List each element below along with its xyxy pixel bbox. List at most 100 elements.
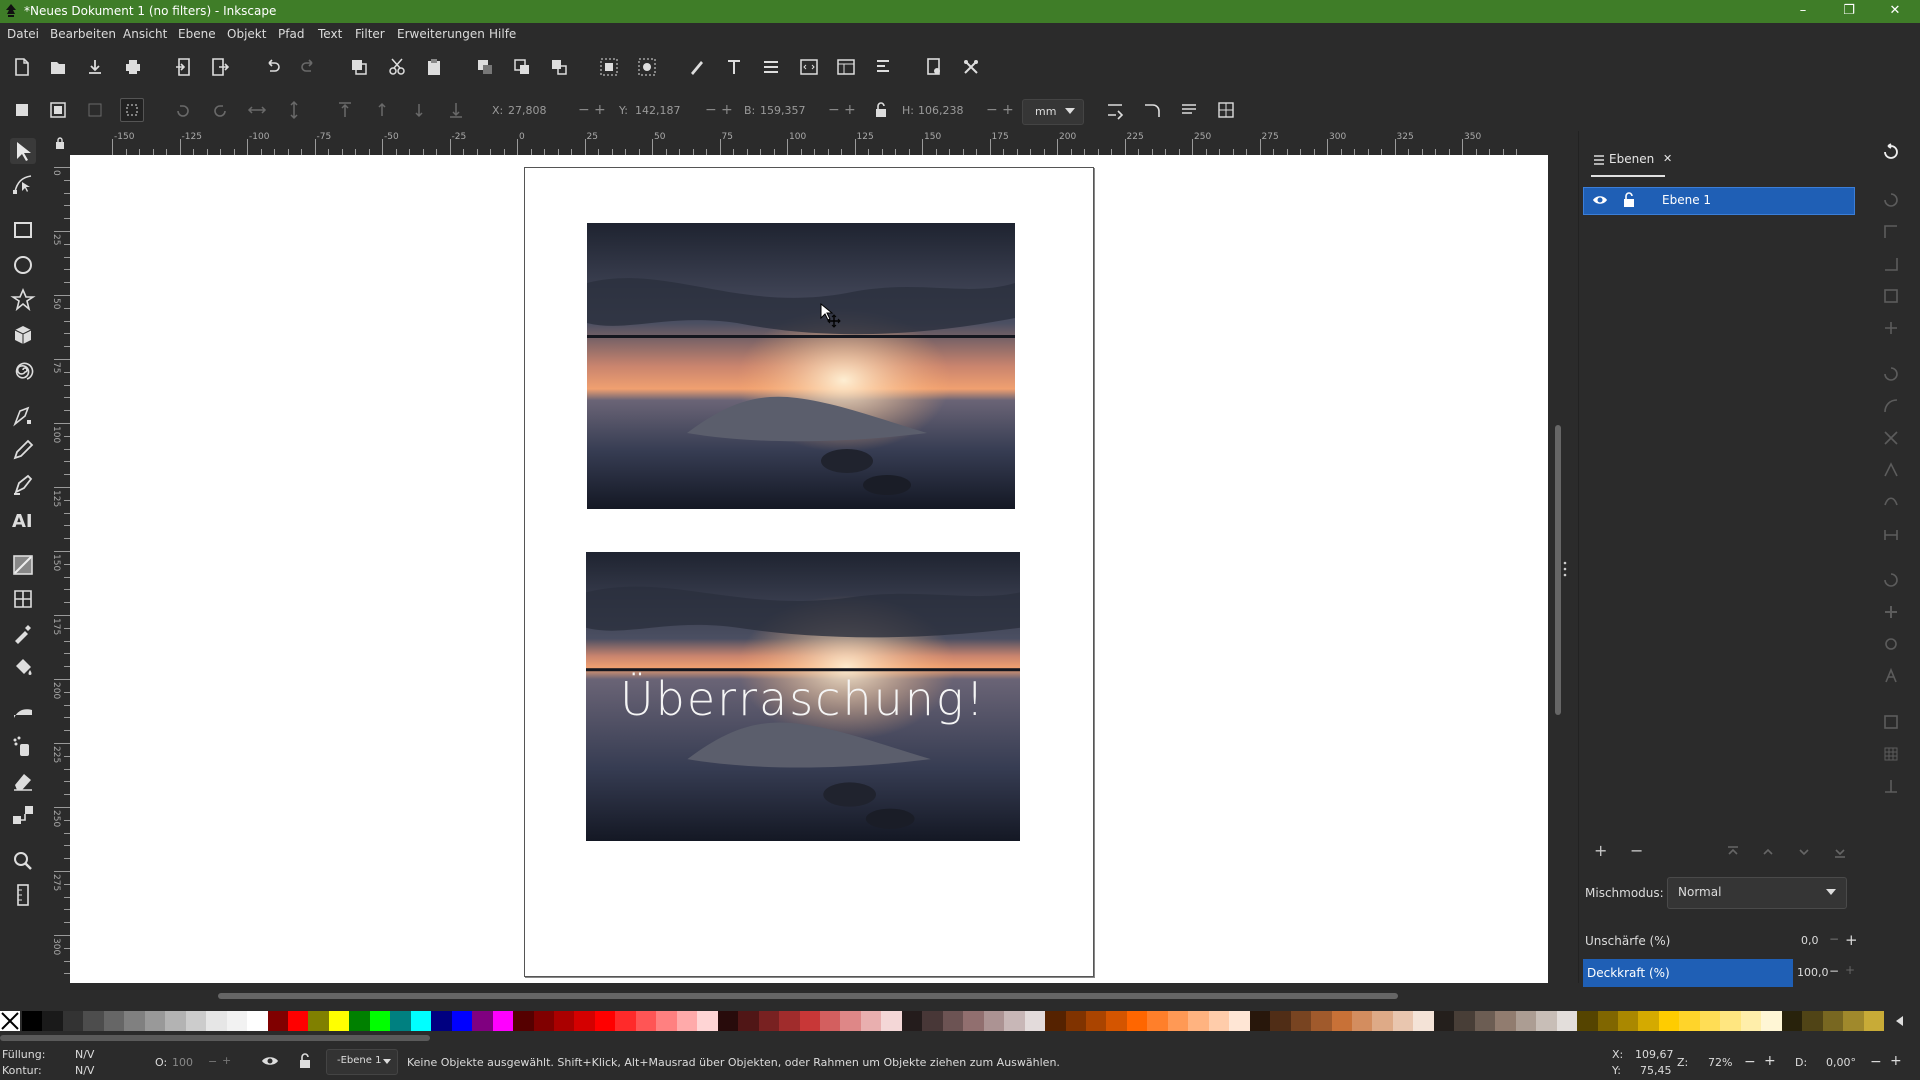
transform-patterns-icon[interactable] <box>1215 99 1237 121</box>
color-swatch[interactable] <box>1106 1011 1128 1031</box>
deselect-icon[interactable] <box>84 99 106 121</box>
color-swatch[interactable] <box>513 1011 535 1031</box>
color-swatch[interactable] <box>963 1011 985 1031</box>
gradient-tool-icon[interactable] <box>10 552 36 578</box>
color-swatch[interactable] <box>1249 1011 1271 1031</box>
color-swatch[interactable] <box>1208 1011 1230 1031</box>
rotate-cw-icon[interactable] <box>209 99 231 121</box>
color-swatch[interactable] <box>1188 1011 1210 1031</box>
color-swatch[interactable] <box>1843 1011 1865 1031</box>
color-swatch[interactable] <box>1495 1011 1517 1031</box>
snap-edges-icon[interactable] <box>1882 223 1900 241</box>
opacity-decrement[interactable]: − <box>1829 964 1839 978</box>
color-swatch[interactable] <box>1065 1011 1087 1031</box>
text-font-icon[interactable] <box>723 56 745 78</box>
unlink-clone-icon[interactable] <box>548 56 570 78</box>
new-document-icon[interactable] <box>11 56 33 78</box>
menu-filter[interactable]: Filter <box>355 27 385 41</box>
snap-text-baseline-icon[interactable] <box>1882 635 1900 653</box>
color-swatch[interactable] <box>144 1011 166 1031</box>
layer-name[interactable]: Ebene 1 <box>1662 193 1711 207</box>
redo-icon[interactable] <box>298 56 320 78</box>
color-swatch[interactable] <box>267 1011 289 1031</box>
guide-lock-icon[interactable] <box>55 137 65 149</box>
color-swatch[interactable] <box>328 1011 350 1031</box>
color-swatch[interactable] <box>820 1011 841 1031</box>
color-swatch[interactable] <box>390 1011 412 1031</box>
flip-horizontal-icon[interactable] <box>246 99 268 121</box>
blur-decrement[interactable]: − <box>1829 932 1839 946</box>
color-swatch[interactable] <box>1822 1011 1844 1031</box>
snap-toggle-icon[interactable] <box>1882 143 1900 161</box>
lower-to-bottom-icon[interactable] <box>445 99 467 121</box>
unlock-icon[interactable] <box>1622 192 1636 208</box>
paste-icon[interactable] <box>423 56 445 78</box>
paint-bucket-tool-icon[interactable] <box>10 654 36 680</box>
close-tab-icon[interactable]: ✕ <box>1663 152 1672 165</box>
snap-rotation-center-icon[interactable] <box>1882 603 1900 621</box>
color-swatch[interactable] <box>431 1011 453 1031</box>
color-swatch[interactable] <box>983 1011 1005 1031</box>
vertical-ruler[interactable]: 0 25 50 75 100 125 150 175 200 225 250 275 300 <box>50 155 71 983</box>
tweak-tool-icon[interactable] <box>10 700 36 726</box>
snap-text-icon[interactable] <box>1882 667 1900 685</box>
layer-up-icon[interactable] <box>1761 845 1775 859</box>
zoom-value[interactable]: 72% <box>1708 1056 1732 1069</box>
color-swatch[interactable] <box>1515 1011 1537 1031</box>
color-swatch[interactable] <box>308 1011 330 1031</box>
color-swatch[interactable] <box>1045 1011 1067 1031</box>
color-swatch[interactable] <box>83 1011 105 1031</box>
opacity-status-increment[interactable]: + <box>222 1054 231 1067</box>
layer-visibility-eye-icon[interactable] <box>261 1055 279 1067</box>
3d-box-tool-icon[interactable] <box>10 322 36 348</box>
print-icon[interactable] <box>122 56 144 78</box>
selector-tool-icon[interactable] <box>10 138 36 164</box>
snap-cusp-nodes-icon[interactable] <box>1882 461 1900 479</box>
color-swatch[interactable] <box>1802 1011 1824 1031</box>
snap-nodes-icon[interactable] <box>1882 365 1900 383</box>
y-increment[interactable]: + <box>721 102 733 118</box>
menu-datei[interactable]: Datei <box>7 27 39 41</box>
color-swatch[interactable] <box>1720 1011 1742 1031</box>
y-decrement[interactable]: − <box>705 102 717 118</box>
color-swatch[interactable] <box>1024 1011 1046 1031</box>
export-icon[interactable] <box>209 56 231 78</box>
copy-icon[interactable] <box>348 56 370 78</box>
color-swatch[interactable] <box>1126 1011 1148 1031</box>
fill-stroke-icon[interactable] <box>686 56 708 78</box>
color-swatch[interactable] <box>185 1011 207 1031</box>
stroke-value[interactable]: N/V <box>75 1064 94 1077</box>
raise-to-top-icon[interactable] <box>334 99 356 121</box>
color-swatch[interactable] <box>472 1011 494 1031</box>
color-swatch[interactable] <box>349 1011 371 1031</box>
dropper-tool-icon[interactable] <box>10 620 36 646</box>
color-swatch[interactable] <box>615 1011 637 1031</box>
color-swatch[interactable] <box>42 1011 64 1031</box>
menu-ansicht[interactable]: Ansicht <box>123 27 167 41</box>
color-swatch[interactable] <box>1413 1011 1435 1031</box>
add-layer-button[interactable]: + <box>1594 841 1607 860</box>
width-value[interactable]: 159,357 <box>760 104 806 117</box>
connector-tool-icon[interactable] <box>10 802 36 828</box>
color-swatch[interactable] <box>840 1011 862 1031</box>
x-coordinate-field[interactable]: X: 27,808 − + <box>492 101 612 121</box>
color-swatch[interactable] <box>206 1011 228 1031</box>
width-increment[interactable]: + <box>844 102 856 118</box>
color-swatch[interactable] <box>881 1011 903 1031</box>
color-swatch[interactable] <box>165 1011 187 1031</box>
document-properties-icon[interactable] <box>923 56 945 78</box>
no-paint-swatch-icon[interactable] <box>0 1011 20 1031</box>
color-swatch[interactable] <box>62 1011 84 1031</box>
color-swatch[interactable] <box>1454 1011 1476 1031</box>
menu-erweiterungen[interactable]: Erweiterungen <box>397 27 485 41</box>
remove-layer-button[interactable]: − <box>1630 841 1643 860</box>
rotate-ccw-icon[interactable] <box>172 99 194 121</box>
eraser-tool-icon[interactable] <box>10 768 36 794</box>
blur-value[interactable]: 0,0 <box>1801 934 1819 947</box>
color-swatch[interactable] <box>554 1011 575 1031</box>
color-swatch[interactable] <box>1679 1011 1701 1031</box>
color-swatch[interactable] <box>124 1011 146 1031</box>
color-swatch[interactable] <box>1577 1011 1599 1031</box>
clone-icon[interactable] <box>511 56 533 78</box>
color-swatch[interactable] <box>1433 1011 1455 1031</box>
